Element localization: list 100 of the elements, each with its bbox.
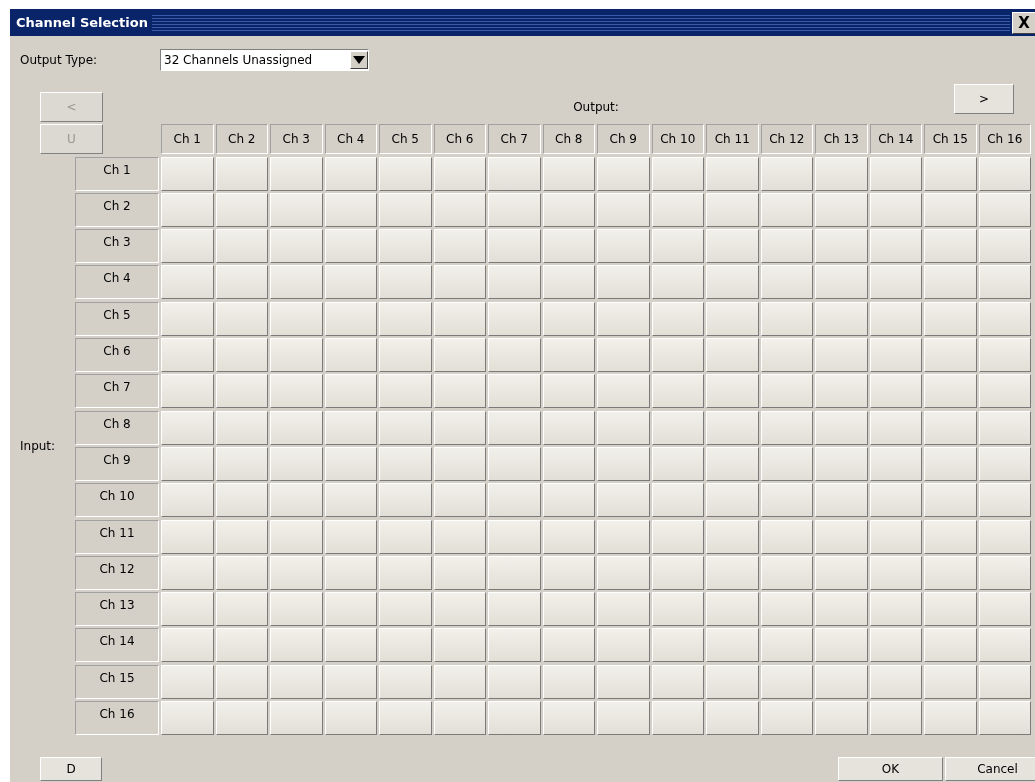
matrix-cell[interactable] <box>270 265 323 300</box>
matrix-cell[interactable] <box>324 664 377 699</box>
matrix-cell[interactable] <box>924 229 977 264</box>
matrix-cell[interactable] <box>597 628 650 663</box>
matrix-cell[interactable] <box>379 446 432 481</box>
matrix-cell[interactable] <box>760 701 813 736</box>
matrix-cell[interactable] <box>706 301 759 336</box>
matrix-cell[interactable] <box>542 301 595 336</box>
matrix-cell[interactable] <box>270 592 323 627</box>
matrix-cell[interactable] <box>651 483 704 518</box>
matrix-cell[interactable] <box>379 374 432 409</box>
matrix-cell[interactable] <box>161 483 214 518</box>
matrix-cell[interactable] <box>924 555 977 590</box>
matrix-cell[interactable] <box>379 192 432 227</box>
matrix-cell[interactable] <box>433 338 486 373</box>
matrix-cell[interactable] <box>706 338 759 373</box>
matrix-cell[interactable] <box>488 555 541 590</box>
matrix-cell[interactable] <box>161 156 214 191</box>
matrix-cell[interactable] <box>161 301 214 336</box>
matrix-cell[interactable] <box>651 519 704 554</box>
matrix-cell[interactable] <box>433 592 486 627</box>
matrix-cell[interactable] <box>815 519 868 554</box>
matrix-cell[interactable] <box>651 446 704 481</box>
matrix-cell[interactable] <box>542 446 595 481</box>
matrix-cell[interactable] <box>597 519 650 554</box>
matrix-cell[interactable] <box>379 701 432 736</box>
matrix-cell[interactable] <box>215 374 268 409</box>
matrix-cell[interactable] <box>706 192 759 227</box>
matrix-cell[interactable] <box>978 555 1031 590</box>
matrix-cell[interactable] <box>978 156 1031 191</box>
matrix-cell[interactable] <box>597 592 650 627</box>
matrix-cell[interactable] <box>978 301 1031 336</box>
matrix-cell[interactable] <box>706 483 759 518</box>
matrix-cell[interactable] <box>270 410 323 445</box>
matrix-cell[interactable] <box>270 229 323 264</box>
matrix-cell[interactable] <box>760 628 813 663</box>
matrix-cell[interactable] <box>706 592 759 627</box>
matrix-cell[interactable] <box>161 374 214 409</box>
matrix-cell[interactable] <box>651 229 704 264</box>
matrix-cell[interactable] <box>215 592 268 627</box>
matrix-cell[interactable] <box>651 301 704 336</box>
matrix-cell[interactable] <box>542 592 595 627</box>
matrix-cell[interactable] <box>869 374 922 409</box>
matrix-cell[interactable] <box>324 446 377 481</box>
matrix-cell[interactable] <box>651 592 704 627</box>
matrix-cell[interactable] <box>542 374 595 409</box>
matrix-cell[interactable] <box>324 701 377 736</box>
matrix-cell[interactable] <box>706 410 759 445</box>
matrix-cell[interactable] <box>815 701 868 736</box>
matrix-cell[interactable] <box>215 664 268 699</box>
matrix-cell[interactable] <box>924 338 977 373</box>
matrix-cell[interactable] <box>542 628 595 663</box>
matrix-cell[interactable] <box>760 192 813 227</box>
matrix-cell[interactable] <box>760 374 813 409</box>
matrix-cell[interactable] <box>597 410 650 445</box>
matrix-cell[interactable] <box>488 229 541 264</box>
matrix-cell[interactable] <box>597 374 650 409</box>
matrix-cell[interactable] <box>651 555 704 590</box>
matrix-cell[interactable] <box>433 701 486 736</box>
matrix-cell[interactable] <box>542 519 595 554</box>
matrix-cell[interactable] <box>433 229 486 264</box>
matrix-cell[interactable] <box>542 338 595 373</box>
output-type-dropdown[interactable]: 32 Channels Unassigned <box>160 49 369 71</box>
matrix-cell[interactable] <box>215 229 268 264</box>
matrix-cell[interactable] <box>651 192 704 227</box>
matrix-cell[interactable] <box>379 338 432 373</box>
matrix-cell[interactable] <box>488 701 541 736</box>
matrix-cell[interactable] <box>542 664 595 699</box>
matrix-cell[interactable] <box>379 555 432 590</box>
matrix-cell[interactable] <box>978 229 1031 264</box>
matrix-cell[interactable] <box>869 592 922 627</box>
matrix-cell[interactable] <box>869 265 922 300</box>
matrix-cell[interactable] <box>706 519 759 554</box>
matrix-cell[interactable] <box>379 519 432 554</box>
matrix-cell[interactable] <box>270 701 323 736</box>
matrix-cell[interactable] <box>924 628 977 663</box>
matrix-cell[interactable] <box>215 628 268 663</box>
matrix-cell[interactable] <box>869 664 922 699</box>
matrix-cell[interactable] <box>924 519 977 554</box>
matrix-cell[interactable] <box>324 592 377 627</box>
matrix-cell[interactable] <box>760 229 813 264</box>
matrix-cell[interactable] <box>869 701 922 736</box>
matrix-cell[interactable] <box>379 410 432 445</box>
matrix-cell[interactable] <box>161 701 214 736</box>
matrix-cell[interactable] <box>706 265 759 300</box>
matrix-cell[interactable] <box>270 555 323 590</box>
matrix-cell[interactable] <box>270 374 323 409</box>
matrix-cell[interactable] <box>978 519 1031 554</box>
matrix-cell[interactable] <box>760 301 813 336</box>
matrix-cell[interactable] <box>488 192 541 227</box>
matrix-cell[interactable] <box>488 265 541 300</box>
matrix-cell[interactable] <box>161 410 214 445</box>
matrix-cell[interactable] <box>869 156 922 191</box>
matrix-cell[interactable] <box>161 519 214 554</box>
matrix-cell[interactable] <box>815 446 868 481</box>
matrix-cell[interactable] <box>542 410 595 445</box>
matrix-cell[interactable] <box>542 229 595 264</box>
matrix-cell[interactable] <box>488 628 541 663</box>
matrix-cell[interactable] <box>215 555 268 590</box>
matrix-cell[interactable] <box>324 374 377 409</box>
